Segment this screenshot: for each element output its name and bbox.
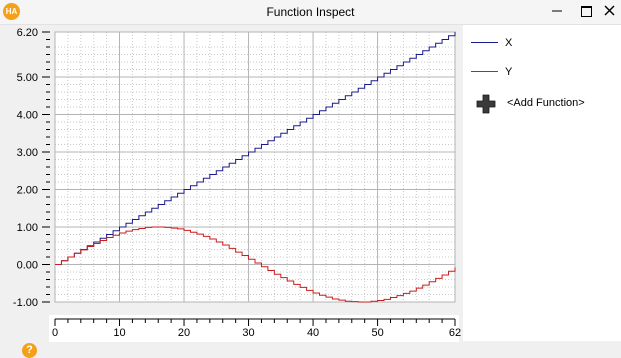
- y-tick-label: 2.00: [17, 185, 38, 197]
- plus-icon: [476, 94, 496, 114]
- x-tick-label: 40: [307, 327, 319, 339]
- plot-panel: -1.00 0.00 1.00 2.00 3.00 4.00 5.00 6.20 0 10 20 3…: [0, 25, 463, 358]
- maximize-icon: [581, 6, 592, 17]
- close-button[interactable]: [598, 0, 621, 22]
- y-axis: -1.00 0.00 1.00 2.00 3.00 4.00 5.00 6.20: [13, 27, 50, 309]
- y-tick-label: -1.00: [13, 297, 38, 309]
- title-bar: HA Function Inspect: [0, 0, 621, 25]
- x-tick-label: 0: [52, 327, 58, 339]
- maximize-button[interactable]: [574, 0, 598, 22]
- x-tick-label: 50: [371, 327, 383, 339]
- help-icon[interactable]: ?: [22, 343, 37, 358]
- y-tick-label: 6.20: [17, 27, 38, 39]
- y-tick-label: 4.00: [17, 110, 38, 122]
- minimize-button[interactable]: [545, 2, 569, 24]
- x-tick-label: 30: [242, 327, 254, 339]
- minimize-icon: [552, 10, 562, 12]
- legend-line-x: [471, 42, 498, 43]
- window-title: Function Inspect: [266, 5, 355, 19]
- add-function-label: <Add Function>: [507, 97, 585, 109]
- x-tick-label: 10: [113, 327, 125, 339]
- y-tick-label: 5.00: [17, 72, 38, 84]
- legend-panel: X Y <Add Function>: [463, 25, 621, 341]
- legend-line-y: [471, 71, 498, 72]
- x-tick-label: 62: [449, 327, 461, 339]
- legend-label-y: Y: [505, 66, 513, 78]
- y-tick-label: 0.00: [17, 260, 38, 272]
- function-chart[interactable]: -1.00 0.00 1.00 2.00 3.00 4.00 5.00 6.20 0 10 20 3…: [0, 25, 463, 349]
- y-tick-label: 3.00: [17, 147, 38, 159]
- x-tick-label: 20: [178, 327, 190, 339]
- y-tick-label: 1.00: [17, 222, 38, 234]
- legend-label-x: X: [505, 37, 513, 49]
- close-icon: [604, 5, 615, 16]
